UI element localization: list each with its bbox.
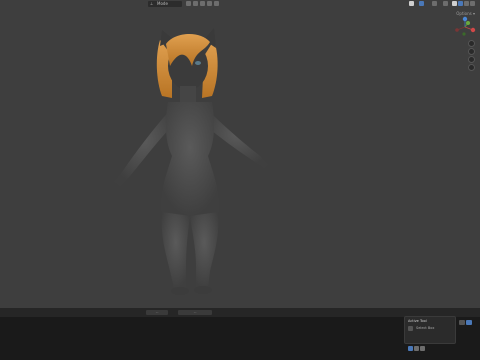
toggle-toolbar-icon[interactable] bbox=[466, 320, 472, 325]
timeline-field-left[interactable]: ... bbox=[146, 310, 168, 315]
active-tool-row[interactable]: Select Box bbox=[408, 326, 454, 332]
viewport-header: ⊥ Mode bbox=[0, 0, 480, 9]
grid-icon[interactable] bbox=[193, 1, 198, 6]
active-tool-title: Active Tool bbox=[408, 319, 427, 323]
character-model[interactable] bbox=[100, 26, 280, 301]
neg-y-axis-handle bbox=[462, 32, 466, 36]
perspective-icon[interactable] bbox=[468, 64, 475, 71]
add-icon[interactable] bbox=[207, 1, 212, 6]
zoom-icon[interactable] bbox=[468, 40, 475, 47]
gizmo-toggle-icon[interactable] bbox=[419, 1, 424, 6]
navigation-buttons bbox=[468, 40, 476, 72]
mode-extend-icon[interactable] bbox=[414, 346, 419, 351]
shading-wire-icon[interactable] bbox=[452, 1, 457, 6]
camera-icon[interactable] bbox=[468, 56, 475, 63]
z-axis-handle bbox=[462, 16, 468, 22]
shading-material-icon[interactable] bbox=[464, 1, 469, 6]
overlay-icon[interactable] bbox=[432, 1, 437, 6]
navigation-gizmo[interactable] bbox=[452, 16, 478, 38]
shading-rendered-icon[interactable] bbox=[470, 1, 475, 6]
x-axis-handle bbox=[470, 27, 476, 33]
mode-subtract-icon[interactable] bbox=[420, 346, 425, 351]
mode-icon: ⊥ bbox=[150, 1, 154, 6]
corner-controls bbox=[459, 310, 473, 329]
xray-icon[interactable] bbox=[443, 1, 448, 6]
hand-icon[interactable] bbox=[468, 48, 475, 55]
timeline-field-center[interactable]: ... bbox=[178, 310, 212, 315]
view-icon[interactable] bbox=[186, 1, 191, 6]
shading-solid-icon[interactable] bbox=[458, 1, 463, 6]
tool-icon[interactable] bbox=[409, 1, 414, 6]
select-icon[interactable] bbox=[200, 1, 205, 6]
neg-x-axis-handle bbox=[455, 28, 459, 32]
object-mode-dropdown[interactable]: ⊥ Mode bbox=[148, 1, 182, 7]
mode-new-icon[interactable] bbox=[408, 346, 413, 351]
3d-viewport[interactable]: ⊥ Mode Options ▾ bbox=[0, 0, 480, 308]
object-mode-label: Mode bbox=[157, 1, 168, 6]
tool-mode-buttons bbox=[408, 336, 426, 355]
active-tool-label: Select Box bbox=[416, 326, 435, 330]
select-box-icon bbox=[408, 326, 413, 331]
active-tool-panel: Active Tool Select Box bbox=[404, 316, 456, 351]
toggle-sidebar-icon[interactable] bbox=[459, 320, 465, 325]
object-icon[interactable] bbox=[214, 1, 219, 6]
y-axis-handle bbox=[466, 21, 470, 25]
